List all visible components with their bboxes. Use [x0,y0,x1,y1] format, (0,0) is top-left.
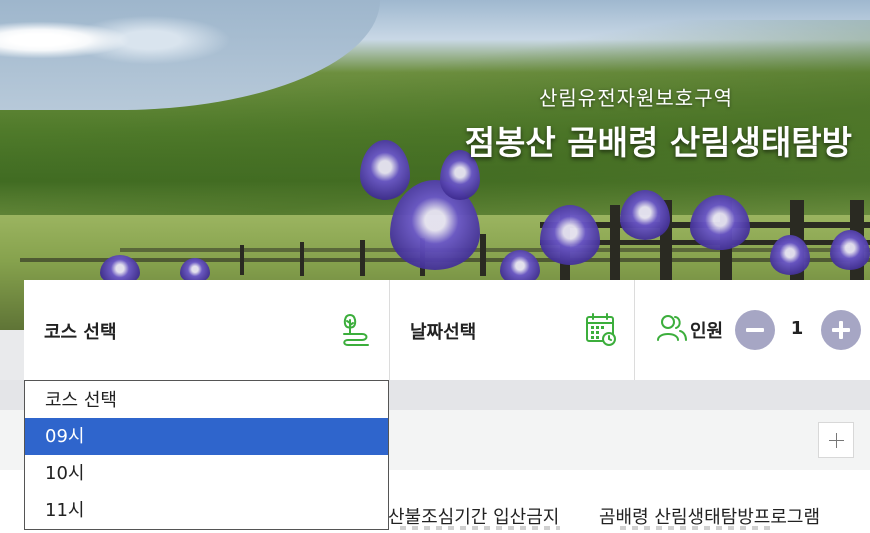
truncated-text-row [400,526,560,530]
minus-icon [746,328,764,332]
dropdown-option[interactable]: 11시 [25,492,388,529]
iris-flower [830,230,870,270]
calendar-icon [586,313,616,346]
dropdown-option[interactable]: 10시 [25,455,388,492]
increase-people-button[interactable] [821,310,861,350]
tree-trail-icon [343,313,369,346]
course-select-label: 코스 선택 [44,322,117,343]
dropdown-option-selected[interactable]: 09시 [25,418,388,455]
truncated-text-row [620,526,770,530]
date-select[interactable]: 날짜선택 [390,280,635,380]
course-dropdown-list: 코스 선택 09시 10시 11시 [24,380,389,530]
iris-flower [770,235,810,275]
date-select-label: 날짜선택 [410,322,477,343]
people-icon [657,315,687,341]
people-label: 인원 [690,321,724,342]
course-select[interactable]: 코스 선택 [24,280,390,380]
hero-subtitle: 산림유전자원보호구역 [539,86,733,110]
people-counter: 인원 1 [635,280,870,380]
hero-title: 점봉산 곰배령 산림생태탐방 [464,123,852,162]
decrease-people-button[interactable] [735,310,775,350]
more-button[interactable] [818,422,854,458]
people-count: 1 [790,318,804,339]
dropdown-option[interactable]: 코스 선택 [25,382,388,419]
reservation-filter-bar: 코스 선택 날짜선택 인원 1 [24,280,870,380]
